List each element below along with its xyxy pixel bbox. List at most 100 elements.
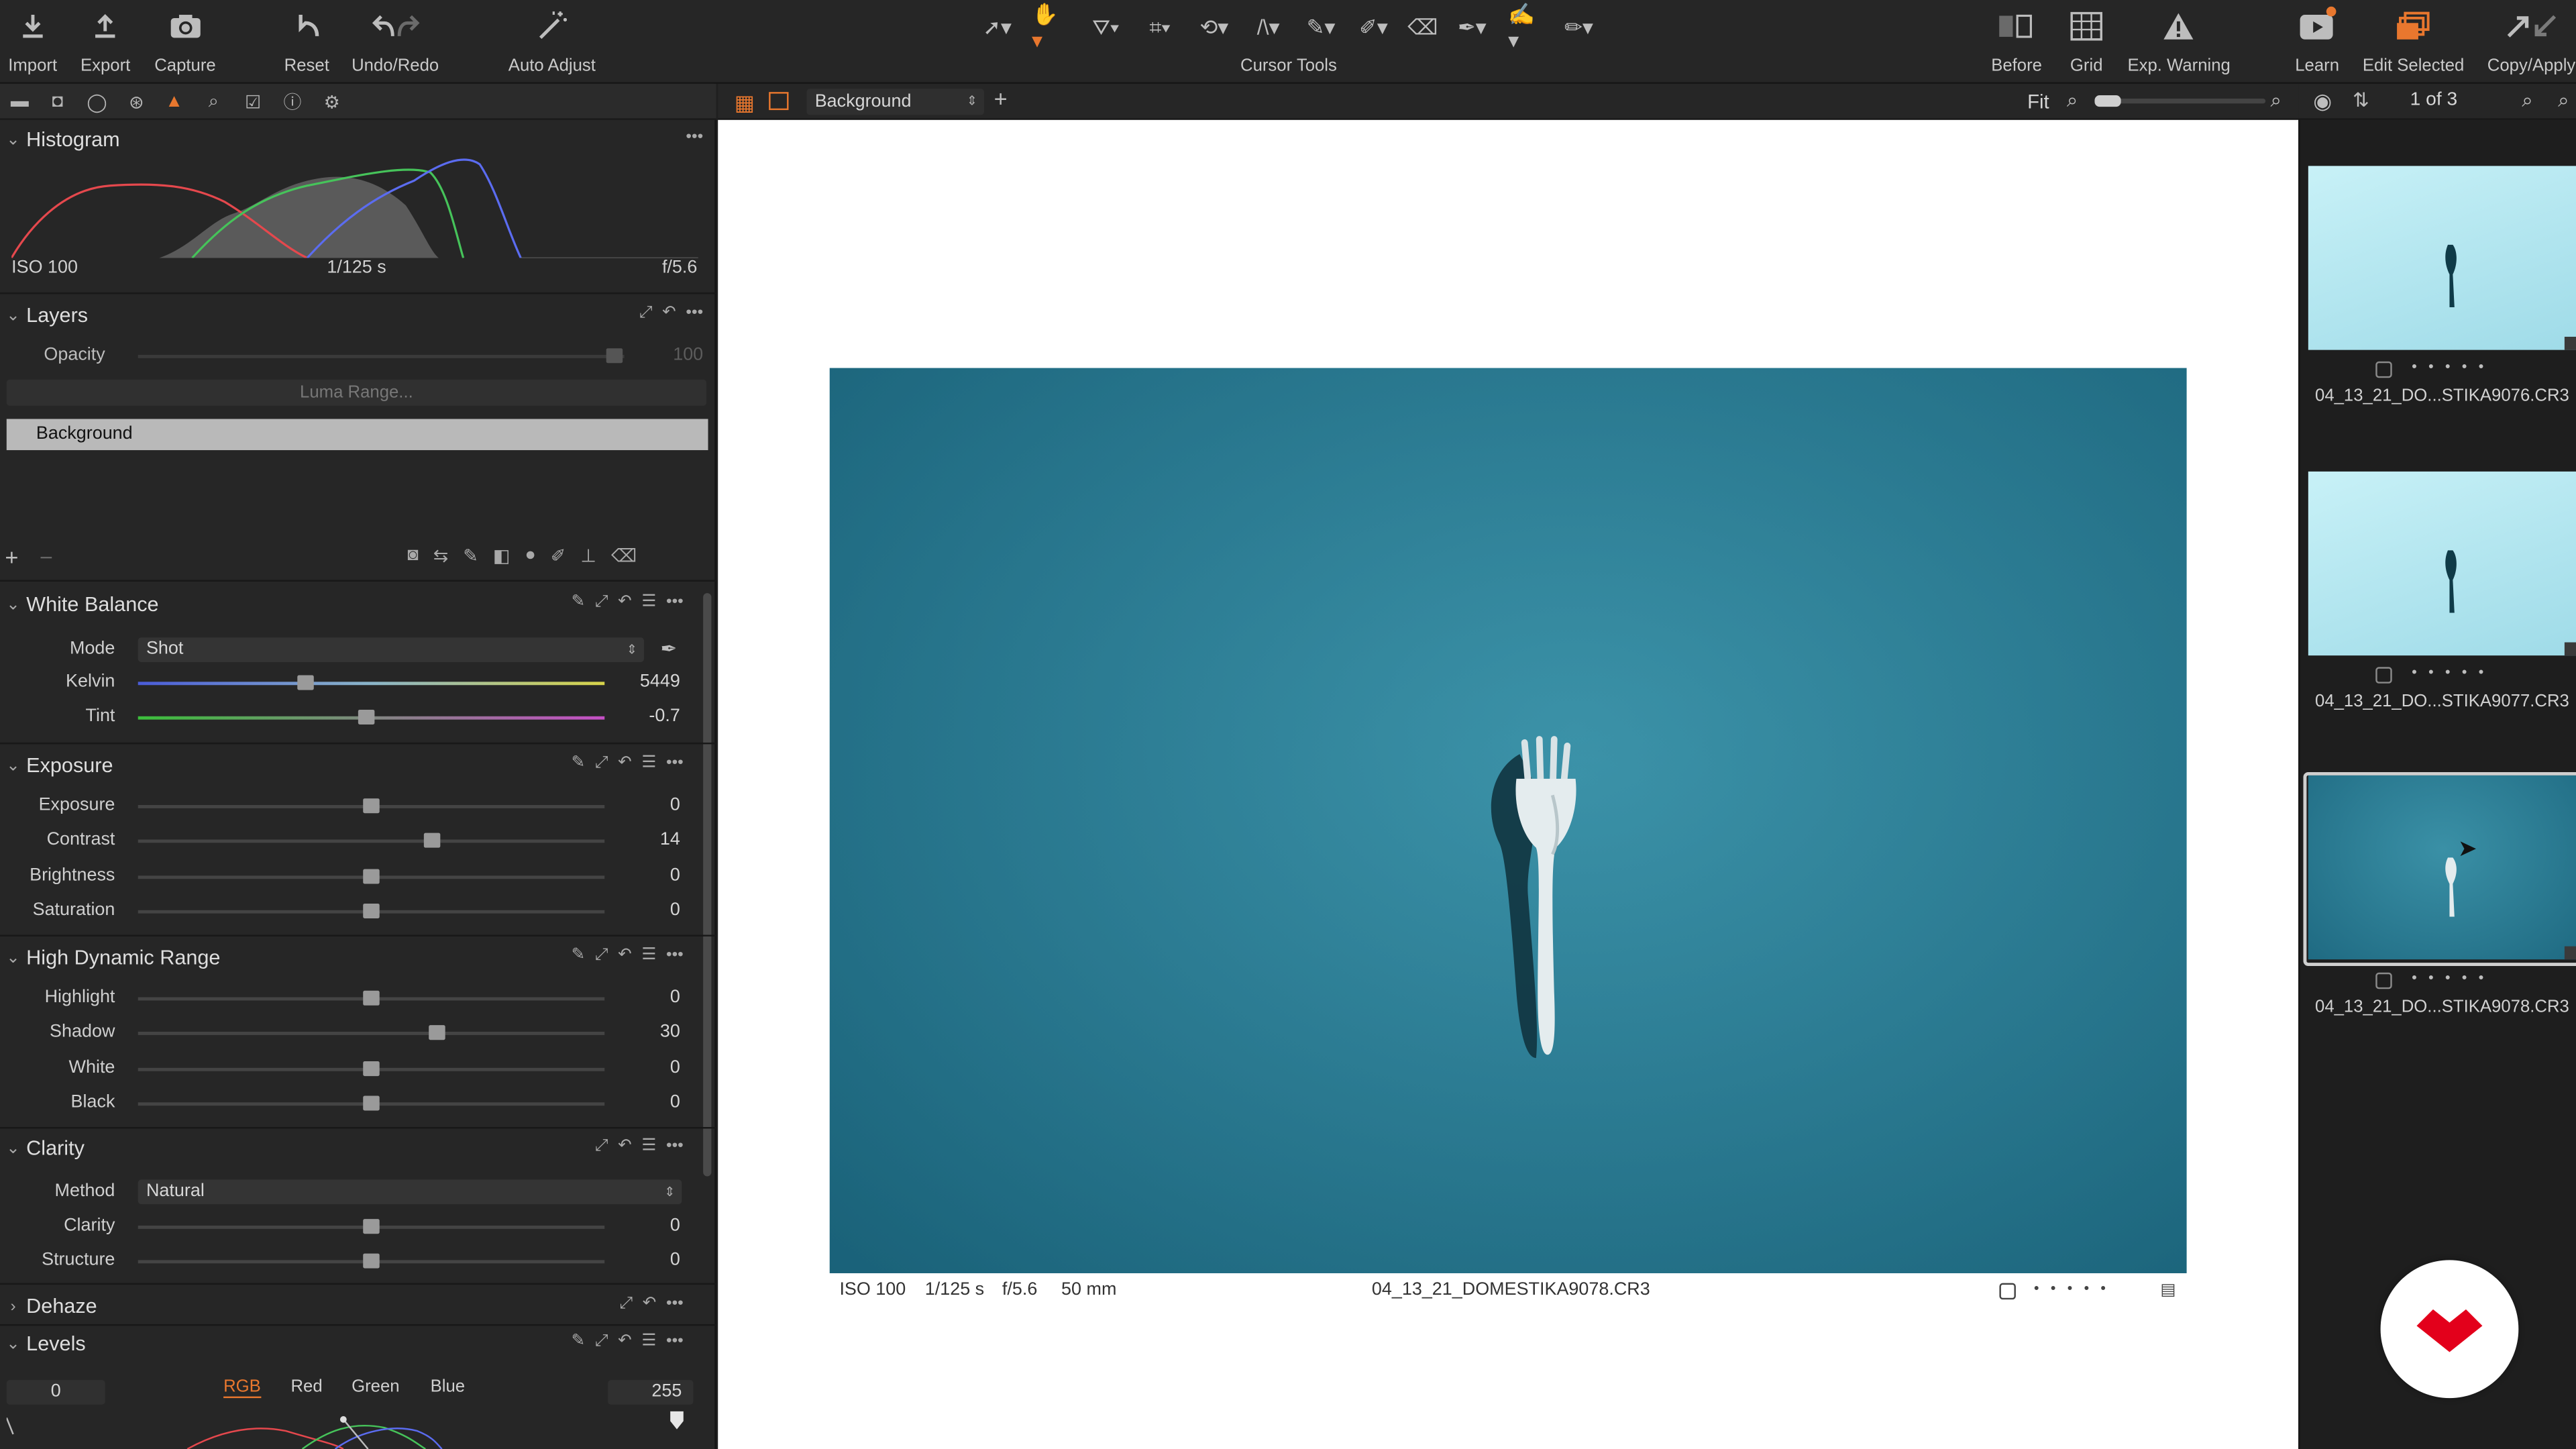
settings-tab-icon[interactable]: ⚙ <box>321 91 343 113</box>
reset-small-icon[interactable]: ↶ <box>618 1137 632 1155</box>
histogram-header[interactable]: ⌄ Histogram ••• <box>0 121 716 158</box>
list-icon[interactable]: ☰ <box>641 1137 656 1155</box>
copy-apply-button[interactable]: Copy/Apply <box>2487 8 2575 76</box>
mask-icon[interactable]: ◙ <box>407 545 418 567</box>
learn-button[interactable]: Learn <box>2295 6 2339 76</box>
adjustments-tab-icon[interactable]: ☑ <box>241 91 264 113</box>
hand-tool-icon[interactable]: ✋▾ <box>1032 1 1068 52</box>
exposure-warning-button[interactable]: Exp. Warning <box>2127 8 2231 76</box>
eraser-mask-icon[interactable]: ✐▾ <box>1355 13 1391 43</box>
crop-icon[interactable]: ⌗▾ <box>1142 13 1178 43</box>
color-tab-icon[interactable]: ⊛ <box>125 91 148 113</box>
more-icon[interactable]: ••• <box>666 593 684 611</box>
main-photo[interactable] <box>829 368 2187 1273</box>
fit-button[interactable]: Fit <box>2027 91 2049 113</box>
slider-thumb[interactable] <box>428 1025 445 1040</box>
clone-stamp-icon[interactable]: ⊥ <box>580 545 596 567</box>
layer-select[interactable]: Background ⇕ <box>806 89 984 115</box>
exposure-exposure-slider[interactable]: Exposure 0 <box>0 790 706 823</box>
swap-icon[interactable]: ⇆ <box>433 545 449 567</box>
picker-icon[interactable]: ✎ <box>572 1332 586 1350</box>
eyedropper-icon[interactable]: ✒ <box>660 637 677 660</box>
reset-small-icon[interactable]: ↶ <box>618 1332 632 1350</box>
select-cursor-icon[interactable]: ➚▾ <box>979 13 1016 43</box>
expand-icon[interactable]: ⤢ <box>620 1295 633 1313</box>
slider-thumb[interactable] <box>363 798 380 814</box>
select-checkbox[interactable] <box>2375 667 2392 684</box>
draw-icon[interactable]: ✏▾ <box>1561 13 1597 43</box>
radial-gradient-icon[interactable]: ● <box>525 545 535 567</box>
linear-gradient-icon[interactable]: ◧ <box>493 545 510 567</box>
hdr-highlight-slider[interactable]: Highlight 0 <box>0 983 706 1016</box>
more-icon[interactable]: ••• <box>666 947 684 965</box>
zoom-out-icon[interactable]: ⌕ <box>2067 89 2078 113</box>
export-button[interactable]: Export <box>80 8 130 76</box>
add-layer-plus-icon[interactable]: + <box>994 85 1008 111</box>
list-icon[interactable]: ☰ <box>641 593 656 611</box>
exposure-contrast-slider[interactable]: Contrast 14 <box>0 825 706 858</box>
thumbnail-image[interactable] <box>2308 166 2576 350</box>
expand-icon[interactable]: ⤢ <box>595 593 608 611</box>
rating-stars[interactable]: ••••• <box>2034 1280 2117 1296</box>
select-checkbox[interactable] <box>2375 361 2392 378</box>
more-icon[interactable]: ••• <box>686 304 703 322</box>
undo-redo-button[interactable]: Undo/Redo <box>352 8 439 76</box>
capture-tab-icon[interactable]: ◘ <box>46 91 69 113</box>
exposure-saturation-slider[interactable]: Saturation 0 <box>0 895 706 928</box>
picker-icon[interactable]: ✎ <box>572 754 586 772</box>
slider-thumb[interactable] <box>363 868 380 883</box>
eye-icon[interactable]: ◉ <box>2313 89 2332 115</box>
hdr-header[interactable]: ⌄ High Dynamic Range ✎ ⤢ ↶ ☰ ••• <box>0 940 716 976</box>
levels-high-input[interactable]: 255 <box>608 1380 694 1405</box>
zoom-thumb[interactable] <box>2094 95 2121 107</box>
draw-mask-icon[interactable]: ✎ <box>463 545 478 567</box>
rotate-icon[interactable]: ⟲▾ <box>1196 13 1232 43</box>
reset-small-icon[interactable]: ↶ <box>618 754 632 772</box>
image-viewer[interactable]: ISO 100 1/125 s f/5.6 50 mm 04_13_21_DOM… <box>718 119 2299 1449</box>
layer-background-item[interactable]: Background <box>6 419 708 451</box>
thumbnail-image[interactable] <box>2308 775 2576 960</box>
layers-header[interactable]: ⌄ Layers ⤢ ↶ ••• <box>0 297 716 333</box>
reset-small-icon[interactable]: ↶ <box>643 1295 657 1313</box>
select-checkbox[interactable] <box>1999 1283 2016 1300</box>
remove-layer-icon[interactable]: − <box>40 544 53 570</box>
multi-view-icon[interactable]: ▦ <box>735 91 755 117</box>
opacity-thumb[interactable] <box>606 348 623 364</box>
import-button[interactable]: Import <box>8 8 57 76</box>
color-tag-icon[interactable]: ▤ <box>2160 1281 2176 1299</box>
levels-low-input[interactable]: 0 <box>6 1380 105 1405</box>
exposure-tab-icon[interactable]: ▲ <box>162 91 185 113</box>
before-button[interactable]: Before <box>1991 8 2042 76</box>
more-icon[interactable]: ••• <box>666 1332 684 1350</box>
erase-icon[interactable]: ⌫ <box>1405 13 1441 43</box>
clarity-method-select[interactable]: Natural ⇕ <box>138 1179 682 1205</box>
zoom-slider[interactable] <box>2094 95 2266 107</box>
rating-stars[interactable]: ••••• <box>2412 969 2495 985</box>
exposure-header[interactable]: ⌄ Exposure ✎ ⤢ ↶ ☰ ••• <box>0 747 716 784</box>
color-picker-icon[interactable]: ✒▾ <box>1454 13 1490 43</box>
hdr-black-slider[interactable]: Black 0 <box>0 1087 706 1120</box>
search-icon[interactable]: ⌕ <box>2522 89 2532 113</box>
slider-thumb[interactable] <box>363 1095 380 1111</box>
add-layer-icon[interactable]: + <box>5 544 18 570</box>
more-icon[interactable]: ••• <box>666 1137 684 1155</box>
filter-icon[interactable]: ⌕ <box>2558 89 2569 113</box>
details-tab-icon[interactable]: ⌕ <box>202 91 225 113</box>
auto-adjust-button[interactable]: Auto Adjust <box>508 8 596 76</box>
wb-mode-select[interactable]: Shot ⇕ <box>138 637 645 662</box>
kelvin-slider[interactable]: Kelvin 5449 <box>0 667 706 700</box>
straighten-icon[interactable]: /\▾ <box>1250 13 1287 43</box>
opacity-slider[interactable]: Opacity 100 <box>0 340 706 373</box>
list-icon[interactable]: ☰ <box>641 1332 656 1350</box>
exposure-brightness-slider[interactable]: Brightness 0 <box>0 860 706 893</box>
zoom-in-icon[interactable]: ⌕ <box>2271 89 2282 113</box>
hdr-white-slider[interactable]: White 0 <box>0 1053 706 1085</box>
clarity-header[interactable]: ⌄ Clarity ⤢ ↶ ☰ ••• <box>0 1130 716 1167</box>
levels-header[interactable]: ⌄ Levels ✎ ⤢ ↶ ☰ ••• <box>0 1326 716 1362</box>
dehaze-header[interactable]: › Dehaze ⤢ ↶ ••• <box>0 1288 716 1324</box>
clarity-clarity-slider[interactable]: Clarity 0 <box>0 1211 706 1244</box>
tint-thumb[interactable] <box>358 709 375 725</box>
clarity-structure-slider[interactable]: Structure 0 <box>0 1245 706 1278</box>
rating-stars[interactable]: ••••• <box>2412 663 2495 680</box>
sort-icon[interactable]: ⇅ <box>2353 89 2369 111</box>
